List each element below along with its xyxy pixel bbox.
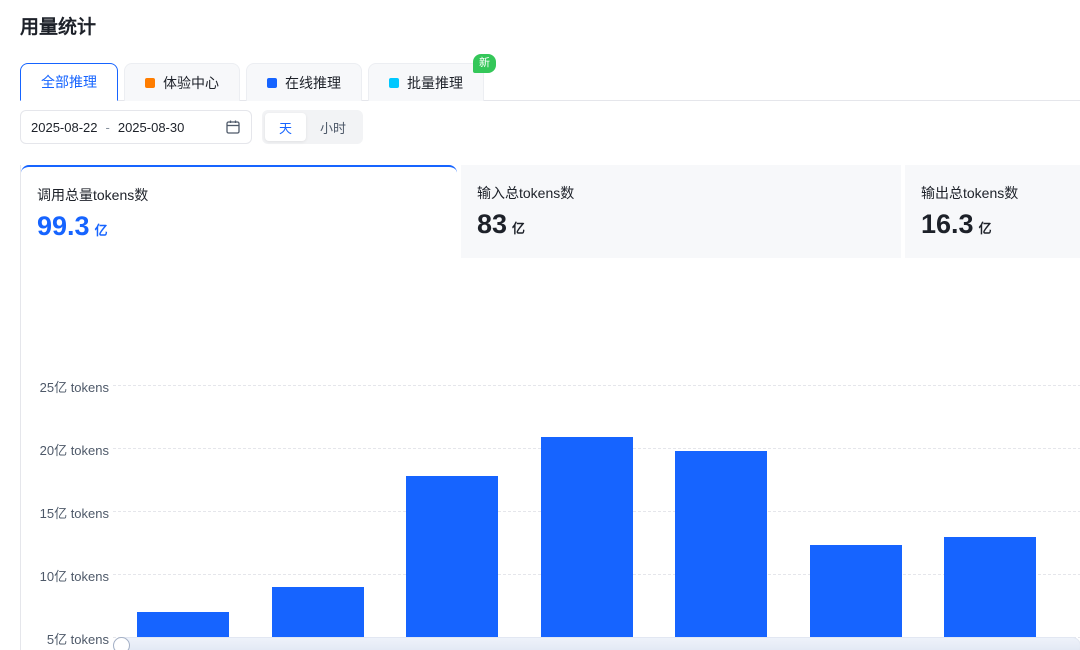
usage-stats-page: 用量统计 全部推理 体验中心 在线推理 批量推理新 2025-08-22 - 2025… xyxy=(0,0,1080,650)
granularity-option-day[interactable]: 天 xyxy=(265,113,306,141)
y-axis-tick-label: 25亿 tokens xyxy=(21,377,109,396)
y-axis-tick-label: 5亿 tokens xyxy=(21,629,109,648)
bar-08/27[interactable] xyxy=(810,545,902,650)
bar-08/28[interactable] xyxy=(944,537,1036,650)
tab-online-inference[interactable]: 在线推理 xyxy=(246,63,362,101)
tab-color-square-icon xyxy=(145,78,155,88)
stat-card-number: 16.3 xyxy=(921,209,974,239)
stat-card-label: 输出总tokens数 xyxy=(921,183,1080,203)
tab-color-square-icon xyxy=(389,78,399,88)
tokens-bar-chart: 0 tokens5亿 tokens10亿 tokens15亿 tokens20亿… xyxy=(21,258,1080,650)
bar-08/25[interactable] xyxy=(541,437,633,650)
tab-batch-inference[interactable]: 批量推理新 xyxy=(368,63,484,101)
bar-08/26[interactable] xyxy=(675,451,767,650)
stat-card-value: 16.3 亿 xyxy=(921,209,1080,240)
inference-tabbar: 全部推理 体验中心 在线推理 批量推理新 xyxy=(20,62,1080,101)
data-zoom-scrollbar[interactable] xyxy=(113,637,1080,650)
stat-card-value: 83 亿 xyxy=(477,209,901,240)
granularity-option-hour[interactable]: 小时 xyxy=(306,113,360,141)
stat-card-value: 99.3 亿 xyxy=(37,211,457,242)
date-end[interactable]: 2025-08-30 xyxy=(118,120,185,135)
tab-color-square-icon xyxy=(267,78,277,88)
date-start[interactable]: 2025-08-22 xyxy=(31,120,98,135)
date-separator: - xyxy=(106,120,110,135)
stat-card-unit: 亿 xyxy=(512,221,525,236)
y-axis-tick-label: 20亿 tokens xyxy=(21,440,109,459)
tab-all-inference[interactable]: 全部推理 xyxy=(20,63,118,101)
calendar-icon[interactable] xyxy=(225,119,241,135)
tab-label: 在线推理 xyxy=(285,73,341,93)
filter-row: 2025-08-22 - 2025-08-30 天小时 xyxy=(20,110,363,144)
stats-panel: 调用总量tokens数 99.3 亿 输入总tokens数 83 亿 输出总tokens数 1… xyxy=(20,165,1080,650)
stat-card-label: 调用总量tokens数 xyxy=(37,185,457,205)
date-range-picker[interactable]: 2025-08-22 - 2025-08-30 xyxy=(20,110,252,144)
page-title: 用量统计 xyxy=(20,12,96,39)
data-zoom-handle[interactable] xyxy=(113,637,130,650)
stat-card-output-tokens[interactable]: 输出总tokens数 16.3 亿 xyxy=(905,165,1080,258)
stat-card-total-tokens[interactable]: 调用总量tokens数 99.3 亿 xyxy=(21,165,457,258)
new-badge: 新 xyxy=(473,54,496,73)
stat-card-unit: 亿 xyxy=(95,223,108,238)
y-axis-tick-label: 10亿 tokens xyxy=(21,566,109,585)
stat-card-number: 99.3 xyxy=(37,211,90,241)
bar-08/24[interactable] xyxy=(406,476,498,650)
stat-card-label: 输入总tokens数 xyxy=(477,183,901,203)
tab-label: 批量推理 xyxy=(407,73,463,93)
y-axis-tick-label: 15亿 tokens xyxy=(21,503,109,522)
stat-card-unit: 亿 xyxy=(979,221,992,236)
stat-card-input-tokens[interactable]: 输入总tokens数 83 亿 xyxy=(461,165,901,258)
tab-experience-center[interactable]: 体验中心 xyxy=(124,63,240,101)
grid-line xyxy=(113,385,1080,386)
granularity-toggle: 天小时 xyxy=(262,110,363,144)
tab-label: 体验中心 xyxy=(163,73,219,93)
tab-label: 全部推理 xyxy=(41,72,97,92)
stat-card-number: 83 xyxy=(477,209,507,239)
